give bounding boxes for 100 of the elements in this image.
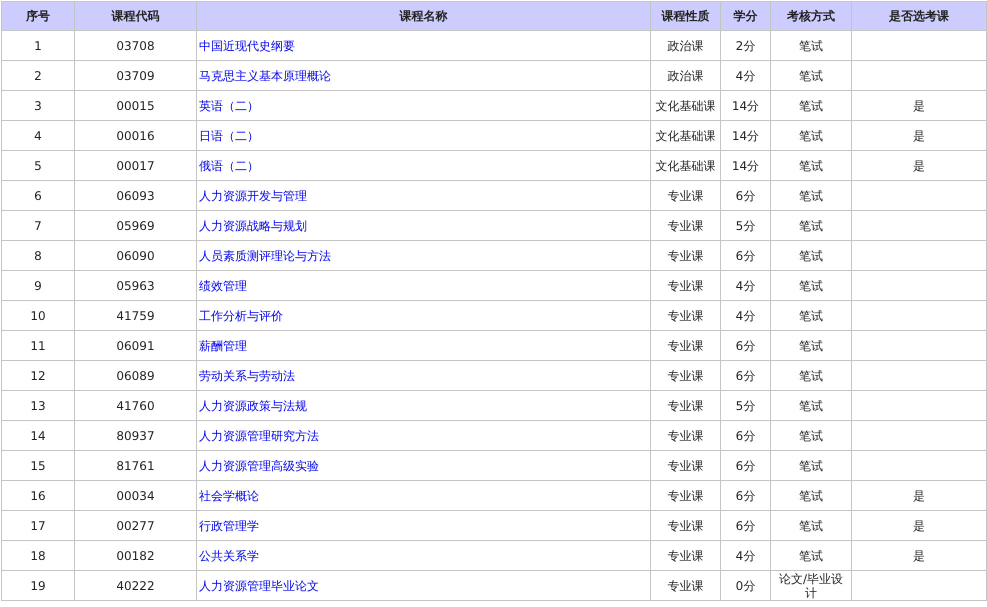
table-cell: 专业课	[650, 210, 720, 240]
table-cell: 笔试	[770, 360, 852, 390]
table-cell: 17	[2, 510, 74, 540]
table-cell: 5分	[720, 210, 770, 240]
table-cell: 5	[2, 150, 74, 180]
table-cell: 80937	[74, 420, 196, 450]
table-cell: 00015	[74, 90, 196, 120]
table-cell: 9	[2, 270, 74, 300]
table-cell: 19	[2, 570, 74, 600]
column-header: 课程代码	[74, 2, 196, 30]
table-cell: 笔试	[770, 420, 852, 450]
table-cell: 03708	[74, 30, 196, 60]
table-cell: 40222	[74, 570, 196, 600]
table-cell: 笔试	[770, 330, 852, 360]
table-cell: 81761	[74, 450, 196, 480]
table-cell: 笔试	[770, 180, 852, 210]
table-cell: 3	[2, 90, 74, 120]
table-cell: 是	[852, 540, 986, 570]
table-cell: 00016	[74, 120, 196, 150]
table-cell: 是	[852, 120, 986, 150]
table-cell: 专业课	[650, 180, 720, 210]
table-cell: 13	[2, 390, 74, 420]
table-cell: 6分	[720, 330, 770, 360]
table-cell: 5分	[720, 390, 770, 420]
table-cell: 06089	[74, 360, 196, 390]
table-cell: 笔试	[770, 270, 852, 300]
table-cell: 4分	[720, 270, 770, 300]
table-cell: 6分	[720, 450, 770, 480]
table-cell: 00277	[74, 510, 196, 540]
table-cell: 文化基础课	[650, 150, 720, 180]
table-cell: 05963	[74, 270, 196, 300]
column-header: 是否选考课	[852, 2, 986, 30]
table-cell: 1	[2, 30, 74, 60]
table-cell: 06090	[74, 240, 196, 270]
course-link[interactable]: 日语（二）	[199, 128, 259, 142]
table-cell: 16	[2, 480, 74, 510]
table-cell: 笔试	[770, 90, 852, 120]
table-cell: 6分	[720, 240, 770, 270]
table-cell: 专业课	[650, 420, 720, 450]
table-cell: 笔试	[770, 150, 852, 180]
column-header: 课程性质	[650, 2, 720, 30]
table-cell: 专业课	[650, 510, 720, 540]
table-cell: 10	[2, 300, 74, 330]
course-link[interactable]: 人员素质测评理论与方法	[199, 248, 331, 262]
table-cell: 专业课	[650, 300, 720, 330]
course-link[interactable]: 社会学概论	[199, 488, 259, 502]
course-link[interactable]: 人力资源管理高级实验	[199, 458, 319, 472]
table-cell: 14分	[720, 90, 770, 120]
table-cell: 论文/毕业设计	[770, 570, 852, 600]
table-cell: 6分	[720, 420, 770, 450]
table-cell: 专业课	[650, 330, 720, 360]
table-cell: 05969	[74, 210, 196, 240]
table-cell: 笔试	[770, 30, 852, 60]
table-cell: 笔试	[770, 120, 852, 150]
course-link[interactable]: 公共关系学	[199, 548, 259, 562]
table-cell: 笔试	[770, 540, 852, 570]
course-link[interactable]: 人力资源管理研究方法	[199, 428, 319, 442]
table-cell: 6分	[720, 480, 770, 510]
course-link[interactable]: 行政管理学	[199, 518, 259, 532]
table-cell: 政治课	[650, 30, 720, 60]
table-cell: 8	[2, 240, 74, 270]
table-cell: 是	[852, 480, 986, 510]
table-cell: 笔试	[770, 60, 852, 90]
course-link[interactable]: 劳动关系与劳动法	[199, 368, 295, 382]
course-link[interactable]: 人力资源战略与规划	[199, 218, 307, 232]
table-cell: 00017	[74, 150, 196, 180]
table-cell: 4	[2, 120, 74, 150]
table-cell: 专业课	[650, 480, 720, 510]
table-cell: 6分	[720, 180, 770, 210]
course-link[interactable]: 绩效管理	[199, 278, 247, 292]
table-cell: 14分	[720, 150, 770, 180]
table-cell: 专业课	[650, 360, 720, 390]
course-link[interactable]: 中国近现代史纲要	[199, 38, 295, 52]
table-cell: 笔试	[770, 480, 852, 510]
table-cell: 6	[2, 180, 74, 210]
table-cell: 4分	[720, 60, 770, 90]
table-cell: 14	[2, 420, 74, 450]
table-cell: 7	[2, 210, 74, 240]
table-cell: 41759	[74, 300, 196, 330]
table-cell: 11	[2, 330, 74, 360]
course-link[interactable]: 人力资源开发与管理	[199, 188, 307, 202]
table-cell: 6分	[720, 510, 770, 540]
course-link[interactable]: 人力资源政策与法规	[199, 398, 307, 412]
table-cell: 笔试	[770, 210, 852, 240]
table-cell: 4分	[720, 300, 770, 330]
table-cell: 14分	[720, 120, 770, 150]
table-cell: 专业课	[650, 570, 720, 600]
course-link[interactable]: 薪酬管理	[199, 338, 247, 352]
table-cell: 4分	[720, 540, 770, 570]
table-cell: 政治课	[650, 60, 720, 90]
table-cell: 专业课	[650, 450, 720, 480]
course-link[interactable]: 马克思主义基本原理概论	[199, 68, 331, 82]
course-link[interactable]: 英语（二）	[199, 98, 259, 112]
column-header: 课程名称	[196, 2, 650, 30]
course-link[interactable]: 工作分析与评价	[199, 308, 283, 322]
course-link[interactable]: 俄语（二）	[199, 158, 259, 172]
table-cell: 00034	[74, 480, 196, 510]
course-link[interactable]: 人力资源管理毕业论文	[199, 578, 319, 592]
table-cell: 是	[852, 150, 986, 180]
table-cell: 15	[2, 450, 74, 480]
